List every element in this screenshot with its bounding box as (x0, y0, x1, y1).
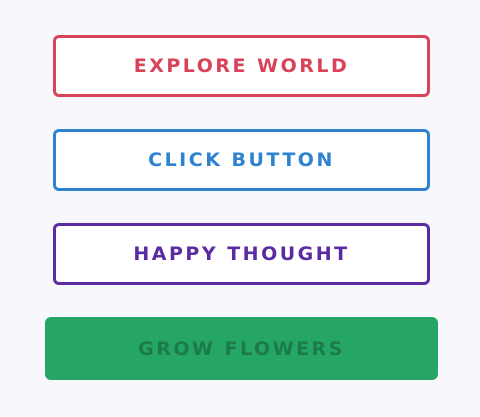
click-button[interactable]: CLICK BUTTON (53, 129, 430, 191)
explore-world-button[interactable]: EXPLORE WORLD (53, 35, 430, 97)
grow-flowers-button[interactable]: GROW FLOWERS (45, 317, 438, 380)
happy-thought-button[interactable]: HAPPY THOUGHT (53, 223, 430, 285)
